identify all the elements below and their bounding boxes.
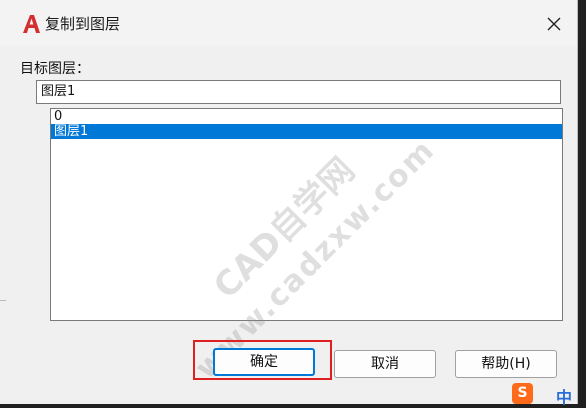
cancel-button[interactable]: 取消: [334, 350, 436, 378]
list-item-selected[interactable]: 图层1: [51, 124, 562, 139]
ime-icon[interactable]: S: [512, 383, 533, 404]
list-item[interactable]: 0: [51, 109, 562, 124]
help-button[interactable]: 帮助(H): [455, 350, 557, 378]
ime-mode-indicator[interactable]: 中: [556, 384, 572, 408]
close-icon[interactable]: [542, 12, 566, 36]
ok-button[interactable]: 确定: [213, 348, 315, 376]
target-layer-input[interactable]: 图层1: [36, 80, 561, 104]
autocad-icon: [23, 15, 40, 33]
layer-list[interactable]: 0 图层1: [50, 108, 563, 321]
target-layer-label: 目标图层：: [20, 61, 90, 77]
background-divider: [0, 300, 6, 301]
copy-to-layer-dialog: 复制到图层 目标图层： 图层1 0 图层1 CAD自学网 www.cadzxw.…: [0, 0, 578, 404]
dialog-title: 复制到图层: [45, 15, 121, 33]
title-bar: 复制到图层: [0, 0, 577, 46]
